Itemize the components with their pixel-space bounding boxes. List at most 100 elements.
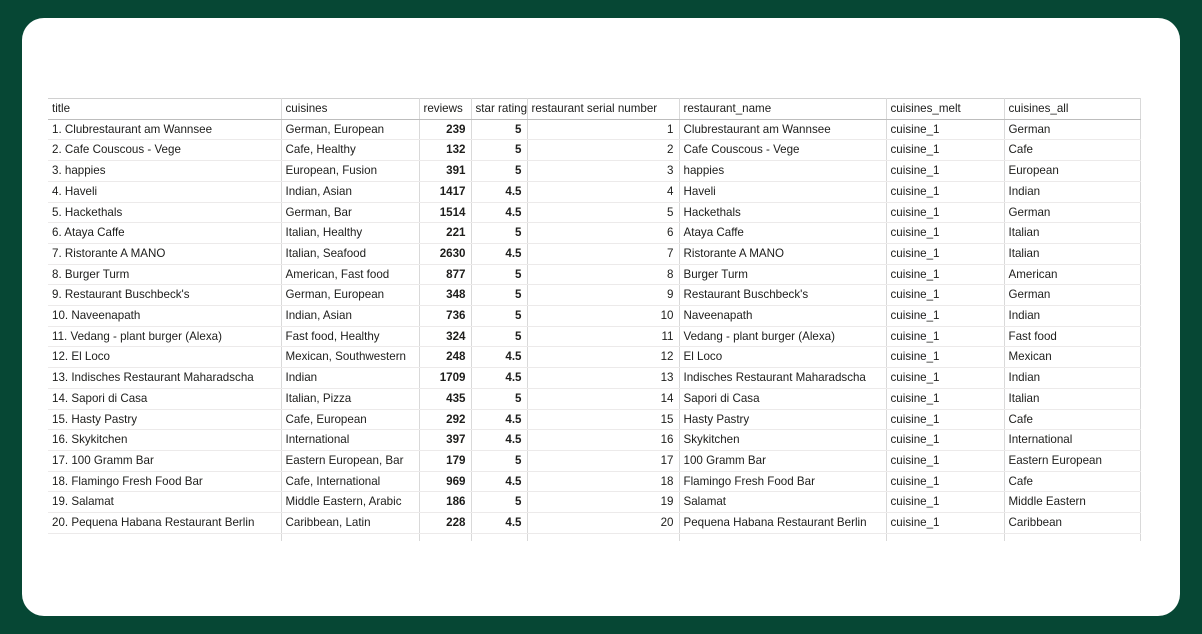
cell-restaurant_name[interactable]: happies [679,160,887,182]
table-row[interactable]: 16. Skykitchen International 397 4.5 16 Skyki… [48,429,1141,451]
cell-title[interactable]: 7. Ristorante A MANO [48,243,282,265]
cell-title[interactable]: 13. Indisches Restaurant Maharadscha [48,367,282,389]
cell-restaurant_serial_number[interactable]: 14 [527,388,680,410]
table-row[interactable]: 2. Cafe Couscous - Vege Cafe, Healthy 132 5… [48,139,1141,162]
cell-cuisines_melt[interactable]: cuisine_1 [886,326,1005,348]
table-row[interactable]: 10. Naveenapath Indian, Asian 736 5 10 Naveen… [48,305,1141,327]
cell-reviews[interactable] [419,533,472,542]
cell-restaurant_serial_number[interactable]: 19 [527,491,680,514]
cell-star_rating[interactable]: 4.5 [471,471,528,493]
cell-reviews[interactable]: 1514 [419,202,472,224]
table-row[interactable]: 20. Pequena Habana Restaurant Berlin Cari… [48,512,1141,534]
cell-star_rating[interactable]: 4.5 [471,367,528,389]
column-header-reviews[interactable]: reviews [419,98,472,120]
cell-restaurant_serial_number[interactable]: 9 [527,284,680,307]
cell-reviews[interactable]: 2630 [419,243,472,265]
cell-star_rating[interactable]: 4.5 [471,512,528,534]
cell-cuisines_melt[interactable]: cuisine_1 [886,119,1005,141]
table-row[interactable]: 18. Flamingo Fresh Food Bar Cafe, Interna… [48,471,1141,493]
cell-cuisines_all[interactable]: Eastern European [1004,450,1141,472]
column-header-restaurant-name[interactable]: restaurant_name [679,98,887,120]
cell-cuisines[interactable]: Mexican, Southwestern [281,346,420,369]
cell-cuisines_melt[interactable]: cuisine_1 [886,202,1005,224]
table-row[interactable]: 11. Vedang - plant burger (Alexa) Fast fo… [48,326,1141,348]
cell-cuisines_melt[interactable] [886,533,1005,542]
cell-restaurant_name[interactable]: Pequena Habana Restaurant Berlin [679,512,887,534]
cell-restaurant_serial_number[interactable] [527,533,680,542]
cell-cuisines_melt[interactable]: cuisine_1 [886,450,1005,472]
cell-restaurant_name[interactable]: Haveli [679,181,887,203]
cell-star_rating[interactable]: 5 [471,388,528,410]
cell-title[interactable]: 12. El Loco [48,346,282,369]
cell-title[interactable]: 11. Vedang - plant burger (Alexa) [48,326,282,348]
cell-star_rating[interactable]: 5 [471,326,528,348]
cell-cuisines_all[interactable]: German [1004,202,1141,224]
cell-restaurant_name[interactable] [679,533,887,542]
cell-restaurant_serial_number[interactable]: 6 [527,222,680,244]
cell-cuisines_all[interactable]: Italian [1004,243,1141,265]
cell-restaurant_name[interactable]: El Loco [679,346,887,369]
cell-cuisines[interactable]: Caribbean, Latin [281,512,420,534]
cell-title[interactable]: 3. happies [48,160,282,182]
cell-cuisines_melt[interactable]: cuisine_1 [886,346,1005,369]
cell-cuisines_all[interactable]: Indian [1004,305,1141,327]
column-header-cuisines-melt[interactable]: cuisines_melt [886,98,1005,120]
spreadsheet-viewport[interactable]: title cuisines reviews star rating resta… [48,98,1160,542]
cell-restaurant_name[interactable]: 100 Gramm Bar [679,450,887,472]
cell-star_rating[interactable]: 5 [471,264,528,286]
cell-restaurant_serial_number[interactable]: 11 [527,326,680,348]
column-header-cuisines[interactable]: cuisines [281,98,420,120]
cell-cuisines_all[interactable]: European [1004,160,1141,182]
cell-reviews[interactable]: 969 [419,471,472,493]
cell-restaurant_serial_number[interactable]: 15 [527,409,680,431]
cell-title[interactable]: 16. Skykitchen [48,429,282,451]
cell-restaurant_serial_number[interactable]: 4 [527,181,680,203]
cell-restaurant_name[interactable]: Restaurant Buschbeck's [679,284,887,307]
cell-cuisines_melt[interactable]: cuisine_1 [886,139,1005,162]
cell-cuisines_all[interactable] [1004,533,1141,542]
cell-cuisines_melt[interactable]: cuisine_1 [886,284,1005,307]
cell-reviews[interactable]: 877 [419,264,472,286]
cell-title[interactable]: 14. Sapori di Casa [48,388,282,410]
cell-restaurant_name[interactable]: Vedang - plant burger (Alexa) [679,326,887,348]
cell-reviews[interactable]: 324 [419,326,472,348]
column-header-title[interactable]: title [48,98,282,120]
cell-cuisines_all[interactable]: Indian [1004,367,1141,389]
table-row[interactable]: 13. Indisches Restaurant Maharadscha Indi… [48,367,1141,389]
cell-cuisines[interactable]: International [281,429,420,451]
cell-cuisines_melt[interactable]: cuisine_1 [886,491,1005,514]
cell-title[interactable]: 20. Pequena Habana Restaurant Berlin [48,512,282,534]
cell-cuisines_all[interactable]: German [1004,284,1141,307]
cell-restaurant_name[interactable]: Naveenapath [679,305,887,327]
cell-restaurant_serial_number[interactable]: 18 [527,471,680,493]
cell-restaurant_serial_number[interactable]: 12 [527,346,680,369]
cell-cuisines[interactable]: Indian [281,367,420,389]
cell-restaurant_name[interactable]: Hackethals [679,202,887,224]
cell-star_rating[interactable]: 5 [471,119,528,141]
cell-restaurant_serial_number[interactable]: 13 [527,367,680,389]
cell-cuisines[interactable]: Italian, Pizza [281,388,420,410]
cell-cuisines[interactable] [281,533,420,542]
cell-restaurant_serial_number[interactable]: 20 [527,512,680,534]
cell-star_rating[interactable]: 4.5 [471,409,528,431]
cell-reviews[interactable]: 221 [419,222,472,244]
table-row[interactable]: 5. Hackethals German, Bar 1514 4.5 5 Hacketha… [48,202,1141,224]
cell-title[interactable]: 5. Hackethals [48,202,282,224]
cell-cuisines[interactable]: Cafe, International [281,471,420,493]
table-row[interactable]: 8. Burger Turm American, Fast food 877 5 8 Bu… [48,264,1141,286]
cell-cuisines_all[interactable]: Indian [1004,181,1141,203]
cell-cuisines[interactable]: Eastern European, Bar [281,450,420,472]
cell-star_rating[interactable] [471,533,528,542]
cell-cuisines_melt[interactable]: cuisine_1 [886,264,1005,286]
cell-restaurant_name[interactable]: Cafe Couscous - Vege [679,139,887,162]
cell-reviews[interactable]: 186 [419,491,472,514]
cell-title[interactable]: 18. Flamingo Fresh Food Bar [48,471,282,493]
table-row[interactable]: 19. Salamat Middle Eastern, Arabic 186 5 19 S… [48,491,1141,514]
cell-star_rating[interactable]: 5 [471,305,528,327]
cell-cuisines_melt[interactable]: cuisine_1 [886,181,1005,203]
cell-cuisines_melt[interactable]: cuisine_1 [886,471,1005,493]
cell-cuisines_all[interactable]: International [1004,429,1141,451]
table-row[interactable]: 14. Sapori di Casa Italian, Pizza 435 5 14 Sa… [48,388,1141,410]
cell-cuisines_all[interactable]: American [1004,264,1141,286]
cell-cuisines_melt[interactable]: cuisine_1 [886,243,1005,265]
